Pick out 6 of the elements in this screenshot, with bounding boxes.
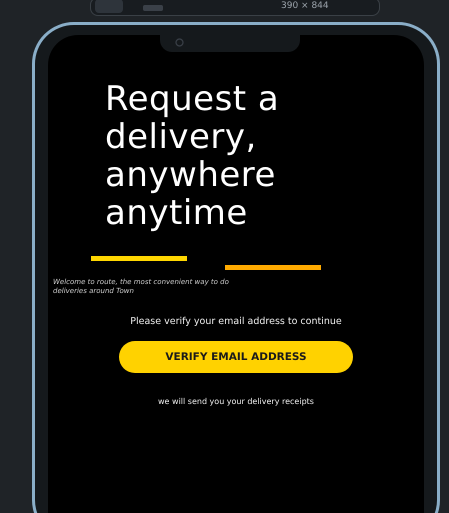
device-dimensions: 390 × 844 [281,0,329,13]
camera-icon [175,38,184,47]
headline: Request a delivery, anywhere anytime [105,80,280,232]
verify-prompt: Please verify your email address to continue [130,316,342,327]
verify-email-button[interactable]: VERIFY EMAIL ADDRESS [119,341,353,373]
receipts-note: we will send you your delivery receipts [158,397,314,406]
